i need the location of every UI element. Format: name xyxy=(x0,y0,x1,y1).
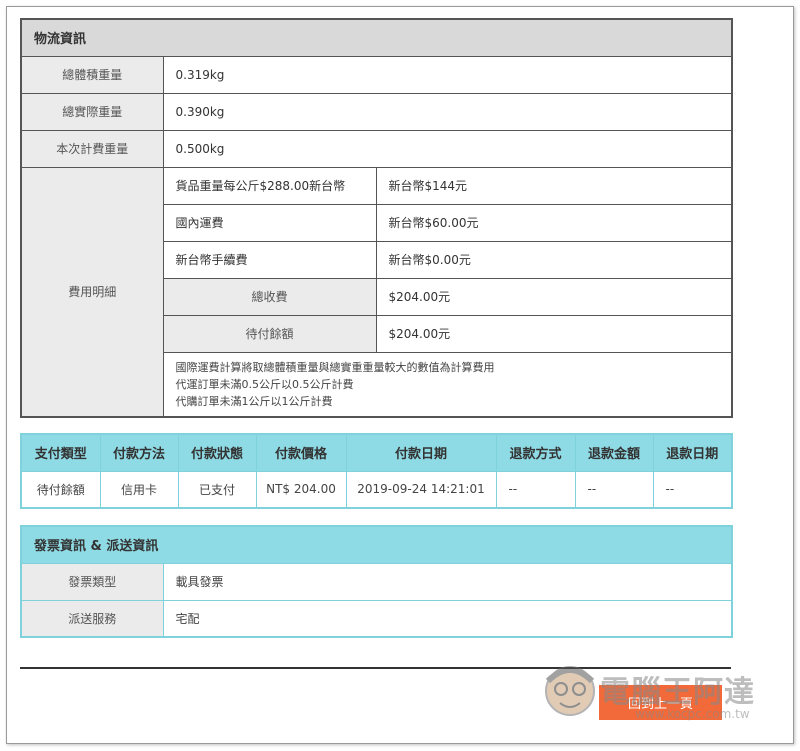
table-row: 發票類型 載具發票 xyxy=(20,562,733,601)
delivery-service-label: 派送服務 xyxy=(20,599,164,638)
table-row: 待付餘額 信用卡 已支付 NT$ 204.00 2019-09-24 14:21… xyxy=(20,470,733,509)
pending-balance-value: $204.00元 xyxy=(375,314,733,353)
col-header-refund-amount: 退款金額 xyxy=(574,433,654,472)
table-row: 總體積重量 0.319kg xyxy=(20,55,733,94)
invoice-type-label: 發票類型 xyxy=(20,562,164,601)
table-row: 本次計費重量 0.500kg xyxy=(20,129,733,168)
pending-balance-label: 待付餘額 xyxy=(162,314,377,353)
billing-weight-value: 0.500kg xyxy=(162,129,733,168)
cell-payment-price: NT$ 204.00 xyxy=(255,470,347,509)
cell-payment-date: 2019-09-24 14:21:01 xyxy=(345,470,497,509)
cell-payment-method: 信用卡 xyxy=(99,470,179,509)
fee-item-value: 新台幣$144元 xyxy=(375,166,733,205)
fee-item-label: 貨品重量每公斤$288.00新台幣 xyxy=(162,166,377,205)
col-header-refund-date: 退款日期 xyxy=(652,433,733,472)
logistics-title: 物流資訊 xyxy=(20,18,733,57)
actual-weight-label: 總實際重量 xyxy=(20,92,164,131)
cell-payment-status: 已支付 xyxy=(177,470,257,509)
billing-weight-label: 本次計費重量 xyxy=(20,129,164,168)
total-fee-value: $204.00元 xyxy=(375,277,733,316)
fee-details-label: 費用明細 xyxy=(20,166,164,417)
cell-refund-date: -- xyxy=(652,470,733,509)
delivery-service-value: 宅配 xyxy=(162,599,733,638)
cell-refund-amount: -- xyxy=(574,470,654,509)
fee-note: 代購訂單未滿1公斤以1公斤計費 xyxy=(175,394,333,408)
volume-weight-label: 總體積重量 xyxy=(20,55,164,94)
invoice-type-value: 載具發票 xyxy=(162,562,733,601)
col-header-payment-status: 付款狀態 xyxy=(177,433,257,472)
actual-weight-value: 0.390kg xyxy=(162,92,733,131)
back-button[interactable]: 回到上一頁 xyxy=(599,685,722,720)
fee-item-value: 新台幣$60.00元 xyxy=(375,203,733,242)
invoice-table: 發票資訊 & 派送資訊 發票類型 載具發票 派送服務 宅配 xyxy=(20,525,734,638)
fee-note: 代運訂單未滿0.5公斤以0.5公斤計費 xyxy=(175,377,354,391)
invoice-title: 發票資訊 & 派送資訊 xyxy=(20,525,733,564)
fee-note: 國際運費計算將取總體積重量與總實重重量較大的數值為計算費用 xyxy=(175,360,495,374)
cell-refund-method: -- xyxy=(495,470,576,509)
payment-header-row: 支付類型 付款方法 付款狀態 付款價格 付款日期 退款方式 退款金額 退款日期 xyxy=(20,433,733,472)
cell-payment-type: 待付餘額 xyxy=(20,470,101,509)
section-divider xyxy=(20,667,731,669)
volume-weight-value: 0.319kg xyxy=(162,55,733,94)
table-row: 費用明細 貨品重量每公斤$288.00新台幣 新台幣$144元 xyxy=(20,166,733,417)
col-header-payment-date: 付款日期 xyxy=(345,433,497,472)
payment-table: 支付類型 付款方法 付款狀態 付款價格 付款日期 退款方式 退款金額 退款日期 … xyxy=(20,433,733,509)
fee-notes: 國際運費計算將取總體積重量與總實重重量較大的數值為計算費用 代運訂單未滿0.5公… xyxy=(162,351,733,417)
table-row: 派送服務 宅配 xyxy=(20,599,733,638)
table-row: 總實際重量 0.390kg xyxy=(20,92,733,131)
logistics-table: 物流資訊 總體積重量 0.319kg 總實際重量 0.390kg 本次計費重量 … xyxy=(20,18,734,418)
fee-item-label: 新台幣手續費 xyxy=(162,240,377,279)
col-header-payment-price: 付款價格 xyxy=(255,433,347,472)
fee-item-label: 國內運費 xyxy=(162,203,377,242)
col-header-payment-method: 付款方法 xyxy=(99,433,179,472)
col-header-payment-type: 支付類型 xyxy=(20,433,101,472)
col-header-refund-method: 退款方式 xyxy=(495,433,576,472)
total-fee-label: 總收費 xyxy=(162,277,377,316)
fee-item-value: 新台幣$0.00元 xyxy=(375,240,733,279)
